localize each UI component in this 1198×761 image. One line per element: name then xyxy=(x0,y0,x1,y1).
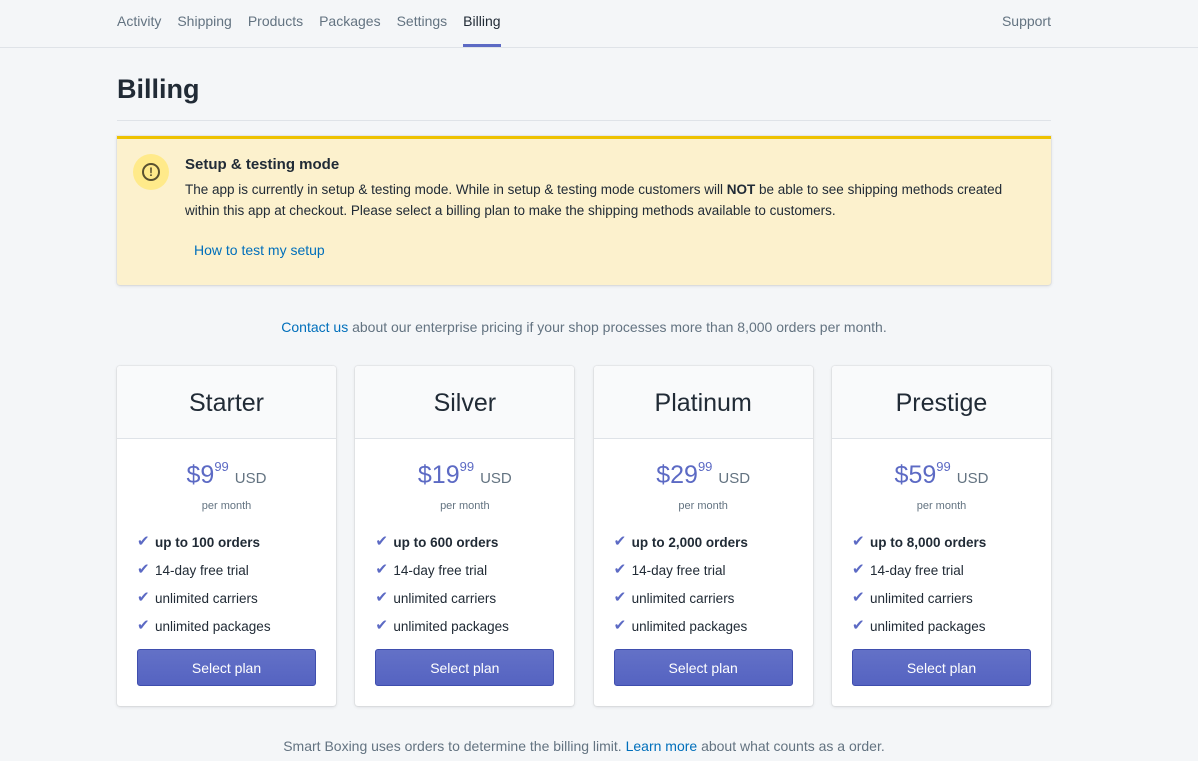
check-icon: ✔ xyxy=(375,617,388,634)
plan-name: Prestige xyxy=(831,366,1051,439)
feature-item: ✔ unlimited carriers xyxy=(613,589,735,606)
plan-period: per month xyxy=(440,500,490,512)
nav-tab-packages[interactable]: Packages xyxy=(319,0,380,47)
contact-us-link[interactable]: Contact us xyxy=(281,319,348,335)
plan-price: $1999USD xyxy=(417,459,512,489)
check-icon: ✔ xyxy=(851,533,865,550)
feature-item: ✔ unlimited packages xyxy=(851,617,986,634)
plan-price: $2999USD xyxy=(656,459,751,489)
nav-tab-settings[interactable]: Settings xyxy=(397,0,448,47)
check-icon: ✔ xyxy=(375,589,388,606)
check-icon: ✔ xyxy=(851,589,865,606)
top-navigation-bar: Activity Shipping Products Packages Sett… xyxy=(0,0,1198,48)
feature-item: ✔ unlimited packages xyxy=(613,617,748,634)
banner-title: Setup & testing mode xyxy=(185,156,340,173)
plan-price: $5999USD xyxy=(894,459,989,489)
check-icon: ✔ xyxy=(375,533,388,550)
page-title: Billing xyxy=(117,48,1051,121)
plan-card-starter: Starter $999USD per month ✔ up to 100 ord… xyxy=(117,366,336,706)
feature-item: ✔ up to 600 orders xyxy=(375,533,499,550)
feature-item: ✔ up to 100 orders xyxy=(137,533,261,550)
enterprise-contact-note: Contact us about our enterprise pricing … xyxy=(281,319,887,335)
feature-item: ✔ up to 2,000 orders xyxy=(613,533,748,550)
nav-tab-products[interactable]: Products xyxy=(248,0,303,47)
banner-text-emphasis: NOT xyxy=(726,182,756,197)
warning-icon: ! xyxy=(133,154,169,190)
feature-item: ✔ unlimited packages xyxy=(375,617,509,634)
setup-testing-banner: ! Setup & testing mode The app is curren… xyxy=(117,136,1051,285)
feature-item: ✔ 14-day free trial xyxy=(137,561,249,578)
support-link[interactable]: Support xyxy=(1002,0,1051,43)
plan-card-platinum: Platinum $2999USD per month ✔ up to 2,000… xyxy=(593,366,813,706)
feature-item: ✔ unlimited packages xyxy=(137,617,271,634)
check-icon: ✔ xyxy=(851,561,865,578)
feature-item: ✔ 14-day free trial xyxy=(613,561,726,578)
select-plan-button-prestige[interactable]: Select plan xyxy=(851,649,1031,686)
plan-period: per month xyxy=(678,500,728,512)
check-icon: ✔ xyxy=(375,561,388,578)
check-icon: ✔ xyxy=(613,589,627,606)
feature-item: ✔ unlimited carriers xyxy=(375,589,497,606)
plan-list: Starter $999USD per month ✔ up to 100 ord… xyxy=(117,366,1051,706)
select-plan-button-silver[interactable]: Select plan xyxy=(375,649,555,686)
check-icon: ✔ xyxy=(851,617,865,634)
nav-tab-billing[interactable]: Billing xyxy=(463,0,501,47)
plan-card-prestige: Prestige $5999USD per month ✔ up to 8,000… xyxy=(831,366,1051,706)
learn-more-link[interactable]: Learn more xyxy=(626,738,698,754)
plan-card-silver: Silver $1999USD per month ✔ up to 600 ord… xyxy=(355,366,575,706)
plan-period: per month xyxy=(201,500,252,512)
check-icon: ✔ xyxy=(613,533,627,550)
plan-period: per month xyxy=(916,500,967,512)
plan-features: ✔ up to 100 orders ✔ 14-day free trial ✔ un… xyxy=(137,533,336,645)
nav-tab-activity[interactable]: Activity xyxy=(117,0,161,47)
plan-price: $999USD xyxy=(186,459,267,489)
how-to-test-link[interactable]: How to test my setup xyxy=(194,242,325,258)
select-plan-button-platinum[interactable]: Select plan xyxy=(613,649,793,686)
check-icon: ✔ xyxy=(137,617,150,634)
plan-features: ✔ up to 8,000 orders ✔ 14-day free trial ✔… xyxy=(852,533,1051,645)
check-icon: ✔ xyxy=(613,617,627,634)
nav-tab-shipping[interactable]: Shipping xyxy=(177,0,232,47)
check-icon: ✔ xyxy=(137,533,150,550)
feature-item: ✔ 14-day free trial xyxy=(851,561,964,578)
billing-limit-note: Smart Boxing uses orders to determine th… xyxy=(283,738,885,754)
feature-item: ✔ up to 8,000 orders xyxy=(851,533,987,550)
feature-item: ✔ 14-day free trial xyxy=(375,561,488,578)
plan-name: Platinum xyxy=(593,366,813,439)
plan-name: Starter xyxy=(117,366,336,439)
plan-features: ✔ up to 2,000 orders ✔ 14-day free trial ✔… xyxy=(614,533,813,645)
plan-name: Silver xyxy=(355,366,575,439)
billing-page: Billing ! Setup & testing mode The app i… xyxy=(117,48,1051,754)
feature-item: ✔ unlimited carriers xyxy=(851,589,973,606)
banner-text: The app is currently in setup & testing … xyxy=(185,182,1003,218)
check-icon: ✔ xyxy=(613,561,627,578)
plan-features: ✔ up to 600 orders ✔ 14-day free trial ✔ un… xyxy=(375,533,574,645)
check-icon: ✔ xyxy=(137,589,150,606)
select-plan-button-starter[interactable]: Select plan xyxy=(137,649,316,686)
feature-item: ✔ unlimited carriers xyxy=(137,589,258,606)
check-icon: ✔ xyxy=(137,561,150,578)
main-nav: Activity Shipping Products Packages Sett… xyxy=(117,0,1051,47)
